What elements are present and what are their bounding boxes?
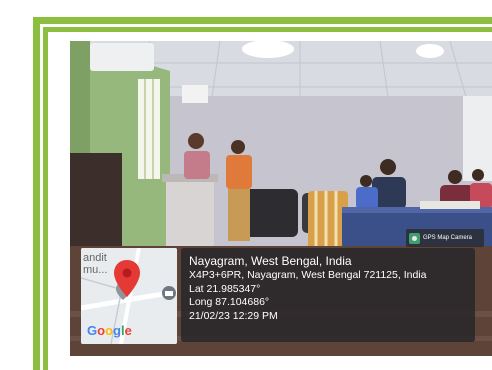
location-info-panel: Nayagram, West Bengal, India X4P3+6PR, N… (181, 248, 475, 342)
map-place-label: andit mu... (83, 252, 107, 276)
map-thumbnail: andit mu... Google (81, 248, 177, 344)
address-line: X4P3+6PR, Nayagram, West Bengal 721125, … (189, 269, 427, 281)
longitude-line: Long 87.104686° (189, 296, 270, 308)
google-logo: Google (87, 323, 132, 338)
latitude-line: Lat 21.985347° (189, 282, 261, 295)
gps-camera-badge: GPS Map Camera (406, 229, 484, 247)
camera-icon (409, 232, 420, 244)
map-place-label-line1: andit (83, 252, 107, 264)
location-title: Nayagram, West Bengal, India (189, 254, 352, 268)
map-place-label-line2: mu... (83, 264, 108, 276)
seminar-room-photo: GPS Map Camera andit mu... Google Nayagr… (70, 41, 492, 356)
timestamp-line: 21/02/23 12:29 PM (189, 309, 278, 322)
gps-badge-label: GPS Map Camera (423, 235, 473, 241)
